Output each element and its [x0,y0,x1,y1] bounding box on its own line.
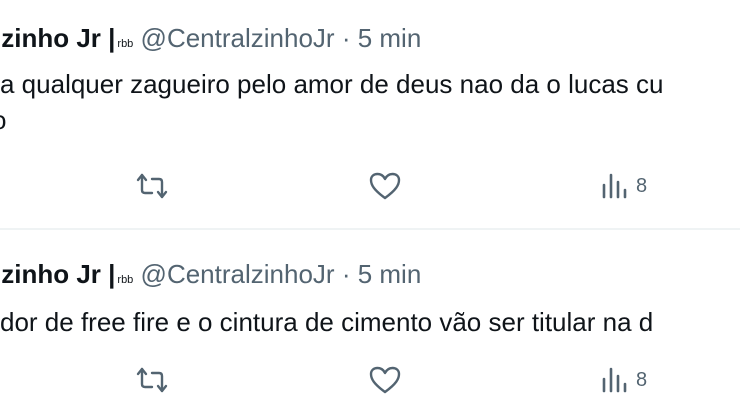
retweet-button[interactable] [134,166,170,206]
display-name[interactable]: lzinho Jr | [0,23,115,53]
like-button[interactable] [368,166,402,206]
user-handle[interactable]: @CentralzinhoJr [141,259,335,289]
tweet-actions: 8 [0,166,740,206]
tweet-actions: 8 [0,360,740,400]
tweet[interactable]: lzinho Jr | rbb @CentralzinhoJr · 5 min a… [0,0,740,228]
user-handle[interactable]: @CentralzinhoJr [141,23,335,53]
separator-dot: · [341,259,351,289]
timestamp[interactable]: 5 min [358,259,422,289]
tweet-header: lzinho Jr | rbb @CentralzinhoJr · 5 min [0,20,421,56]
views-count: 8 [636,174,648,197]
display-name[interactable]: lzinho Jr | [0,259,115,289]
heart-icon [369,172,401,200]
tweet-header: lzinho Jr | rbb @CentralzinhoJr · 5 min [0,256,421,292]
views-chart-icon [602,173,627,199]
separator-dot: · [341,23,351,53]
heart-icon [369,366,401,394]
name-badge: rbb [117,274,134,286]
timestamp[interactable]: 5 min [358,23,422,53]
tweet[interactable]: lzinho Jr | rbb @CentralzinhoJr · 5 min d… [0,228,740,416]
tweet-text: dor de free fire e o cintura de cimento … [0,307,654,337]
retweet-icon [136,173,168,199]
tweet-text-continued: o [0,102,6,138]
views-chart-icon [602,367,627,393]
name-badge: rbb [117,38,134,50]
views-button[interactable]: 8 [600,166,647,206]
like-button[interactable] [368,360,402,400]
retweet-button[interactable] [134,360,170,400]
retweet-icon [136,367,168,393]
views-count: 8 [636,368,648,391]
tweet-text: a qualquer zagueiro pelo amor de deus na… [0,69,664,99]
views-button[interactable]: 8 [600,360,647,400]
